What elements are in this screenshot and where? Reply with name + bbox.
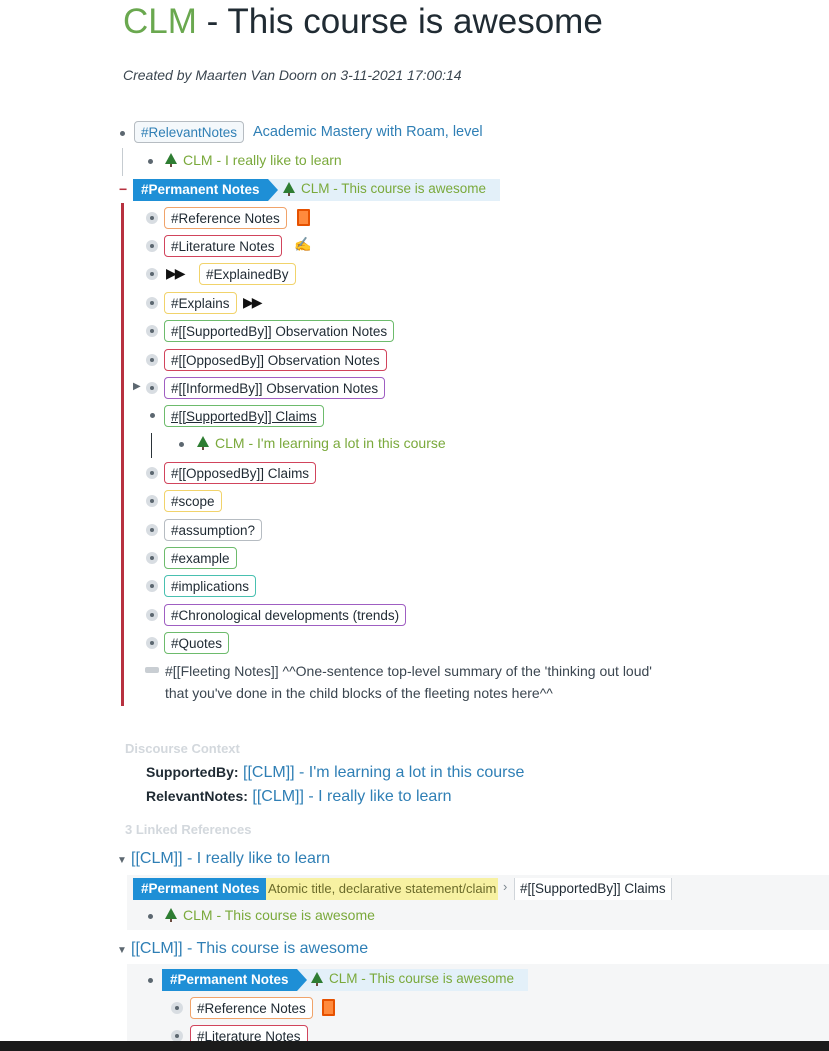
discourse-context-header: Discourse Context	[125, 741, 240, 756]
page-title[interactable]: CLM - This course is awesome	[123, 0, 603, 44]
block-bullet[interactable]	[120, 131, 125, 136]
tree-icon	[283, 182, 295, 196]
play-icon: ▶▶	[166, 265, 185, 281]
relevant-child-link[interactable]: CLM - I really like to learn	[183, 152, 342, 168]
discourse-supported-link[interactable]: [[CLM]] - I'm learning a lot in this cou…	[243, 764, 524, 781]
block-bullet[interactable]	[146, 637, 158, 649]
tree-icon	[311, 972, 323, 986]
fleeting-note-line-2[interactable]: that you've done in the child blocks of …	[165, 682, 553, 704]
supported-claim-link[interactable]: CLM - I'm learning a lot in this course	[215, 435, 446, 451]
block-bullet[interactable]	[171, 1002, 183, 1014]
collapsed-bullet[interactable]	[145, 667, 159, 673]
discourse-supported-row: SupportedBy: [[CLM]] - I'm learning a lo…	[146, 764, 524, 782]
reference-notes-tag[interactable]: #Reference Notes	[164, 207, 287, 229]
supported-by-claims-tag[interactable]: #[[SupportedBy]] Claims	[164, 405, 324, 427]
expand-icon[interactable]: ▶	[133, 381, 141, 392]
block-bullet[interactable]	[148, 914, 153, 919]
reference-notes-tag[interactable]: #Reference Notes	[190, 997, 313, 1019]
linked-ref-2-text[interactable]: CLM - This course is awesome	[329, 971, 514, 986]
block-bullet[interactable]	[146, 467, 158, 479]
taskbar-strip	[0, 1041, 829, 1051]
chevron-down-icon[interactable]: ▼	[117, 945, 127, 956]
discourse-relevant-label: RelevantNotes:	[146, 788, 248, 804]
linked-references-header: 3 Linked References	[125, 822, 252, 837]
permanent-title-link[interactable]: CLM - This course is awesome	[301, 181, 486, 196]
block-bullet[interactable]	[146, 325, 158, 337]
block-bullet[interactable]	[146, 552, 158, 564]
collapse-icon[interactable]: −	[119, 181, 127, 197]
block-bullet[interactable]	[150, 413, 155, 418]
linked-ref-1-child[interactable]: CLM - This course is awesome	[183, 907, 375, 923]
indent-guide	[122, 148, 123, 176]
opposed-by-observation-tag[interactable]: #[[OpposedBy]] Observation Notes	[164, 349, 387, 371]
page-title-prefix: CLM	[123, 2, 197, 41]
discourse-relevant-link[interactable]: [[CLM]] - I really like to learn	[252, 788, 451, 805]
writing-hand-icon: ✍	[294, 236, 312, 252]
block-bullet[interactable]	[146, 354, 158, 366]
explained-by-tag[interactable]: #ExplainedBy	[199, 263, 296, 285]
block-bullet[interactable]	[146, 268, 158, 280]
breadcrumb-permanent-notes[interactable]: #Permanent Notes	[133, 878, 278, 900]
relevant-notes-tag[interactable]: #RelevantNotes	[134, 121, 245, 143]
quotes-tag[interactable]: #Quotes	[164, 632, 230, 654]
opposed-by-claims-tag[interactable]: #[[OpposedBy]] Claims	[164, 462, 317, 484]
block-bullet[interactable]	[146, 495, 158, 507]
block-bullet[interactable]	[148, 159, 153, 164]
relevant-notes-text[interactable]: Academic Mastery with Roam, level	[253, 124, 483, 140]
example-tag[interactable]: #example	[164, 547, 237, 569]
block-bullet[interactable]	[146, 524, 158, 536]
discourse-supported-label: SupportedBy:	[146, 764, 239, 780]
permanent-notes-tag[interactable]: #Permanent Notes	[162, 969, 307, 991]
linked-ref-1-title[interactable]: [[CLM]] - I really like to learn	[131, 850, 330, 868]
breadcrumb-separator: ›	[503, 879, 508, 894]
fleeting-note-line-1[interactable]: #[[Fleeting Notes]] ^^One-sentence top-l…	[165, 660, 652, 682]
tree-icon	[165, 153, 177, 167]
scope-tag[interactable]: #scope	[164, 490, 222, 512]
block-bullet[interactable]	[146, 580, 158, 592]
indent-guide	[151, 433, 152, 458]
supported-by-observation-tag[interactable]: #[[SupportedBy]] Observation Notes	[164, 320, 395, 342]
breadcrumb-highlight[interactable]: Atomic title, declarative statement/clai…	[266, 878, 499, 900]
block-bullet[interactable]	[148, 978, 153, 983]
assumption-tag[interactable]: #assumption?	[164, 519, 263, 541]
block-bullet[interactable]	[146, 609, 158, 621]
implications-tag[interactable]: #implications	[164, 575, 257, 597]
chronological-developments-tag[interactable]: #Chronological developments (trends)	[164, 604, 407, 626]
block-bullet[interactable]	[146, 382, 158, 394]
literature-notes-tag[interactable]: #Literature Notes	[164, 235, 282, 257]
discourse-relevant-row: RelevantNotes: [[CLM]] - I really like t…	[146, 788, 452, 806]
created-by-line: Created by Maarten Van Doorn on 3-11-202…	[123, 67, 462, 83]
tree-icon	[165, 908, 177, 922]
book-icon	[322, 999, 335, 1016]
block-bullet[interactable]	[146, 297, 158, 309]
linked-ref-2-title[interactable]: [[CLM]] - This course is awesome	[131, 940, 368, 958]
block-bullet[interactable]	[146, 212, 158, 224]
tree-icon	[197, 436, 209, 450]
play-icon: ▶▶	[243, 294, 262, 310]
breadcrumb-supported-claims[interactable]: #[[SupportedBy]] Claims	[514, 878, 672, 900]
block-left-border	[121, 203, 124, 706]
chevron-down-icon[interactable]: ▼	[117, 855, 127, 866]
block-bullet[interactable]	[146, 240, 158, 252]
informed-by-observation-tag[interactable]: #[[InformedBy]] Observation Notes	[164, 377, 386, 399]
permanent-notes-tag[interactable]: #Permanent Notes	[133, 179, 278, 201]
book-icon	[297, 209, 310, 226]
explains-tag[interactable]: #Explains	[164, 292, 237, 314]
page-title-rest: - This course is awesome	[196, 2, 603, 41]
block-bullet[interactable]	[179, 442, 184, 447]
